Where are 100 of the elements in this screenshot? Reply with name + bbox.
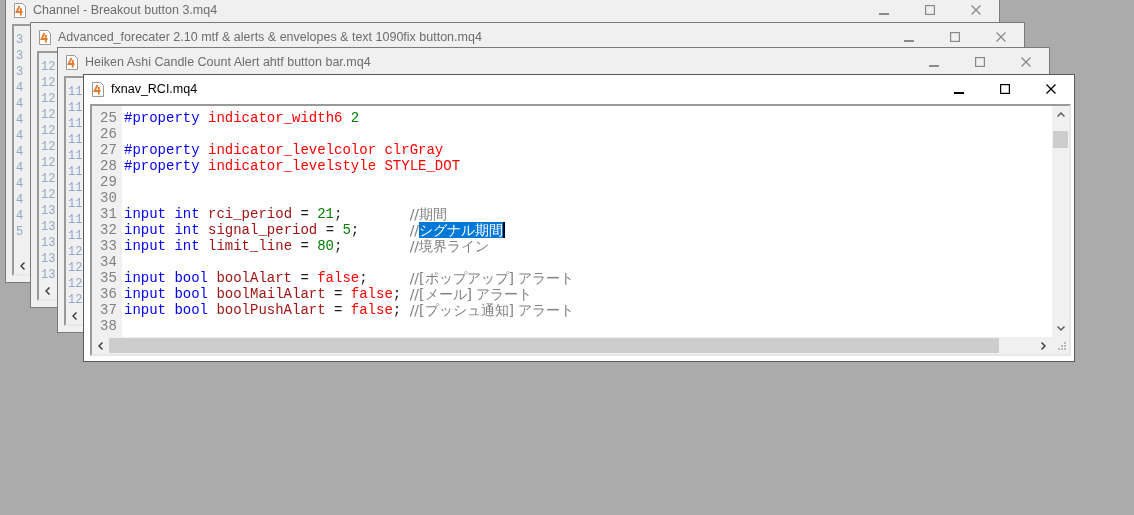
- line-number: 36: [100, 286, 117, 302]
- line-number: 4: [16, 128, 24, 144]
- scroll-left-icon[interactable]: [45, 286, 50, 295]
- code-token: boolAlart: [216, 270, 293, 286]
- code-token: bool: [174, 286, 208, 302]
- line-number: 4: [16, 96, 24, 112]
- code-token: =: [325, 222, 335, 238]
- code-token: limit_line: [208, 238, 293, 254]
- file-icon: [39, 29, 51, 45]
- code-token: input: [124, 286, 166, 302]
- code-token: #property: [124, 110, 200, 126]
- line-number: 4: [16, 192, 24, 208]
- code-token: 5: [342, 222, 351, 238]
- scroll-right-icon[interactable]: [1041, 341, 1046, 350]
- line-number: 37: [100, 302, 117, 318]
- line-number: 29: [100, 174, 117, 190]
- line-number: 11: [68, 100, 83, 116]
- code-comment: //[メール] アラート: [409, 286, 533, 302]
- code-token: input: [124, 238, 166, 254]
- minimize-icon: [879, 13, 889, 15]
- code-token: #property: [124, 158, 200, 174]
- line-number: 13: [41, 267, 56, 282]
- close-icon: [1021, 57, 1031, 67]
- scroll-up-icon[interactable]: [1056, 112, 1065, 117]
- line-number: 12: [41, 91, 56, 107]
- code-token: signal_period: [208, 222, 318, 238]
- scroll-left-icon[interactable]: [98, 341, 103, 350]
- code-token: int: [174, 206, 200, 222]
- code-token: bool: [174, 270, 208, 286]
- code-token: false: [350, 286, 393, 302]
- line-number: 3: [16, 32, 24, 48]
- line-number: 12: [68, 260, 83, 276]
- line-number: 26: [100, 126, 117, 142]
- code-token: 80: [317, 238, 335, 254]
- line-number: 13: [41, 235, 56, 251]
- line-number: 12: [68, 244, 83, 260]
- line-number: 13: [41, 219, 56, 235]
- maximize-icon: [950, 32, 960, 42]
- code-comment: //[プッシュ通知] アラート: [409, 302, 575, 318]
- line-number: 12: [41, 107, 56, 123]
- line-number: 34: [100, 254, 117, 270]
- code-token: =: [300, 238, 309, 254]
- scroll-left-icon[interactable]: [72, 311, 77, 320]
- line-number: 5: [16, 224, 24, 240]
- code-token: input: [124, 270, 166, 286]
- close-icon: [971, 5, 981, 15]
- line-number: 11: [68, 132, 83, 148]
- code-token: ;: [334, 206, 343, 222]
- code-token: STYLE_DOT: [384, 158, 461, 174]
- scroll-left-icon[interactable]: [20, 261, 25, 270]
- line-number: 27: [100, 142, 117, 158]
- line-number: 12: [41, 171, 56, 187]
- code-token: input: [124, 206, 166, 222]
- line-number: 12: [41, 123, 56, 139]
- scroll-down-icon[interactable]: [1056, 326, 1065, 331]
- code-token: indicator_width6: [208, 110, 343, 126]
- code-token: rci_period: [208, 206, 293, 222]
- line-number: 12: [41, 59, 56, 75]
- line-number: 12: [68, 292, 83, 307]
- size-grip-icon[interactable]: [1058, 341, 1066, 350]
- line-number: 3: [16, 64, 24, 80]
- code-token: boolMailAlart: [216, 286, 326, 302]
- code-token: indicator_levelstyle: [208, 158, 377, 174]
- code-token: false: [317, 270, 360, 286]
- line-number: 4: [16, 160, 24, 176]
- close-icon: [996, 32, 1006, 42]
- code-token: boolPushAlart: [216, 302, 326, 318]
- code-token: =: [300, 270, 309, 286]
- code-token: =: [334, 302, 343, 318]
- code-token: false: [350, 302, 393, 318]
- line-number: 4: [16, 80, 24, 96]
- line-number: 4: [16, 176, 24, 192]
- line-number: 35: [100, 270, 117, 286]
- window-title: Channel - Breakout button 3.mq4: [33, 3, 218, 17]
- file-icon: [66, 54, 78, 70]
- code-token: #property: [124, 142, 200, 158]
- line-number: 12: [41, 75, 56, 91]
- window-title: Heiken Ashi Candle Count Alert ahtf button bar.mq4: [85, 55, 371, 69]
- code-comment: //: [409, 222, 420, 238]
- code-token: ;: [334, 238, 343, 254]
- line-number: 30: [100, 190, 117, 206]
- code-token: clrGray: [384, 142, 444, 158]
- minimize-icon: [904, 40, 914, 42]
- line-number: 28: [100, 158, 117, 174]
- minimize-icon: [929, 65, 939, 67]
- code-token: 2: [350, 110, 360, 126]
- code-token: indicator_levelcolor: [208, 142, 377, 158]
- scrollbar-thumb[interactable]: [1053, 131, 1068, 148]
- line-number: 12: [68, 276, 83, 292]
- scrollbar-thumb[interactable]: [109, 338, 999, 353]
- code-token: input: [124, 222, 166, 238]
- line-number: 12: [41, 155, 56, 171]
- code-token: ;: [392, 302, 402, 318]
- line-number: 11: [68, 84, 83, 100]
- maximize-icon: [1000, 84, 1010, 94]
- minimize-icon: [954, 92, 964, 94]
- code-comment: //[ポップアップ] アラート: [409, 270, 575, 286]
- close-icon: [1046, 84, 1056, 94]
- line-number: 4: [16, 208, 24, 224]
- code-token: =: [334, 286, 343, 302]
